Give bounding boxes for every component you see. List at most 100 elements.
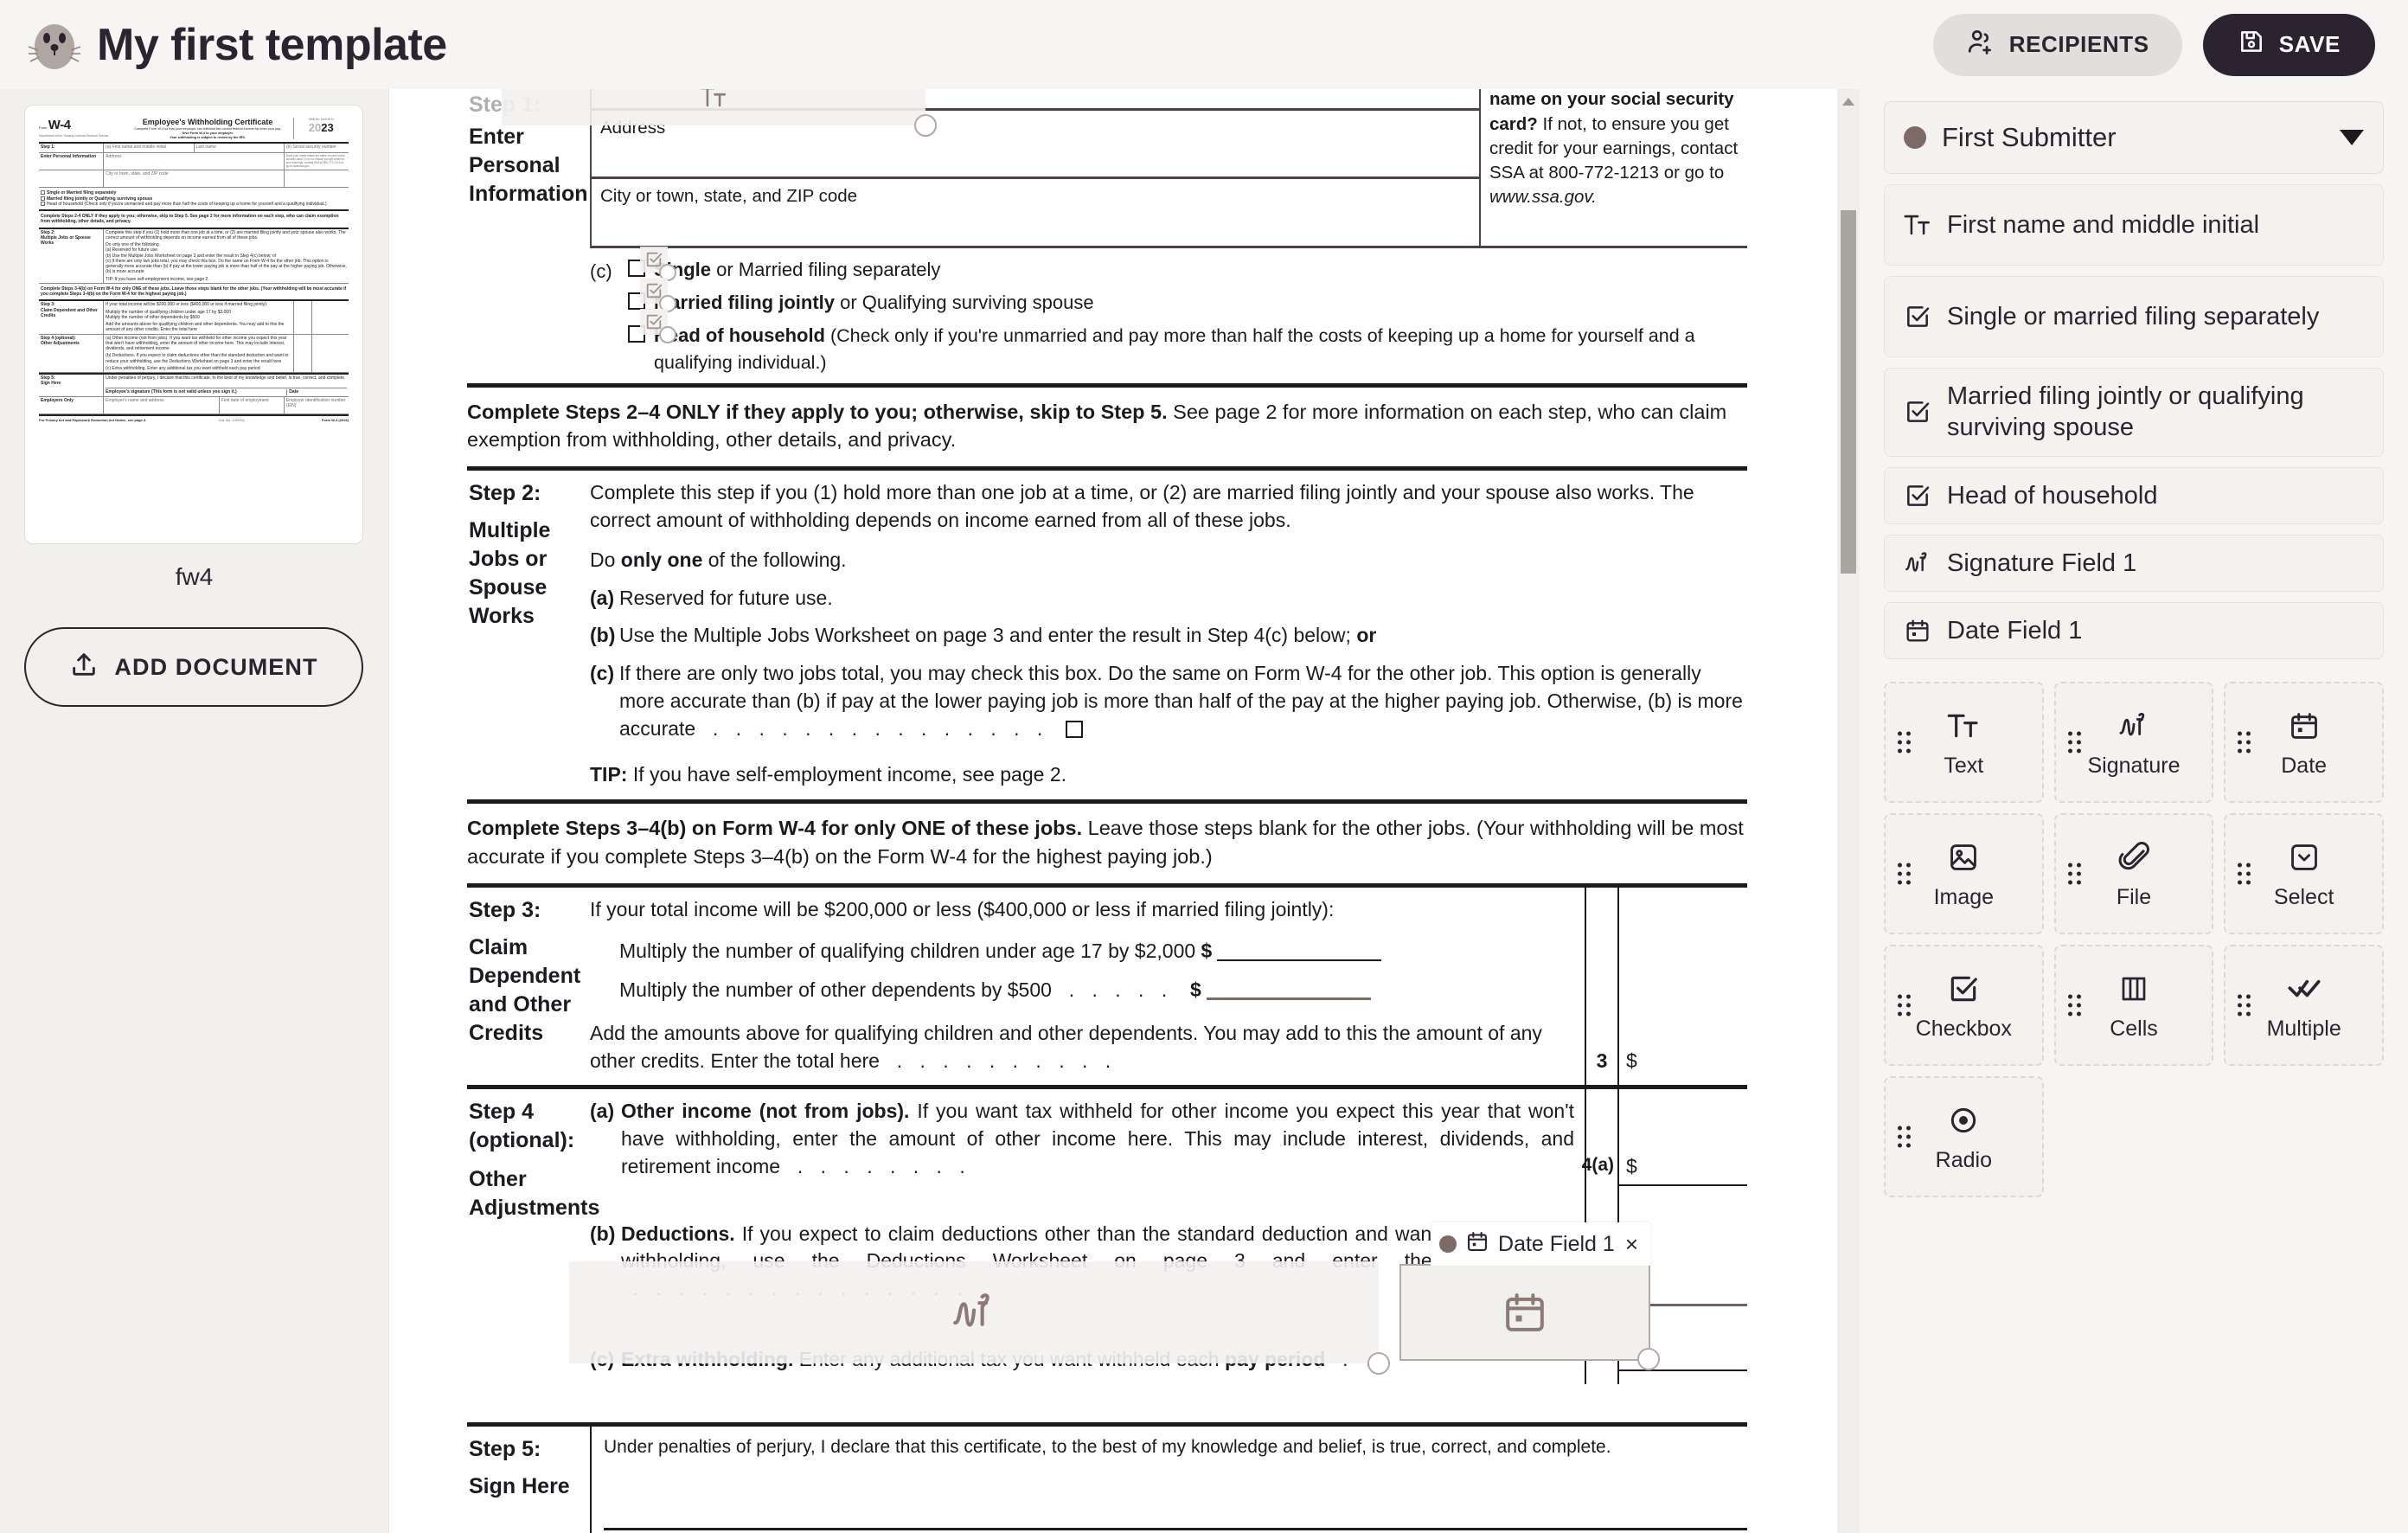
field-item-first-name[interactable]: First name and middle initial: [1884, 184, 2384, 266]
field-item-head-of-household[interactable]: Head of household: [1884, 466, 2384, 524]
step3-amount-cell: $: [1617, 887, 1747, 1086]
mini-form-no: W-4: [48, 118, 71, 132]
signature-icon: [1902, 548, 1933, 578]
palette-item-image[interactable]: Image: [1884, 813, 2044, 935]
palette-item-text[interactable]: Text: [1884, 682, 2044, 804]
mini-p24: Complete Steps 2-4 ONLY if they apply to…: [39, 211, 349, 229]
checkbox-single-overlay[interactable]: [640, 247, 676, 281]
calendar-icon: [2288, 707, 2321, 745]
recipients-button[interactable]: RECIPIENTS: [1932, 13, 2182, 76]
mini-c1b: Last name: [193, 144, 284, 153]
close-icon[interactable]: ×: [1625, 1231, 1638, 1258]
mini-form-word: Form: [39, 125, 48, 130]
drag-handle-icon[interactable]: [2067, 863, 2081, 885]
field-item-date-1[interactable]: Date Field 1: [1884, 602, 2384, 660]
mini-step4-body: (a) Other income (not from jobs). If you…: [106, 335, 289, 371]
add-document-button[interactable]: ADD DOCUMENT: [24, 627, 363, 707]
palette-item-checkbox[interactable]: Checkbox: [1884, 945, 2044, 1067]
note-steps-3-4b: Complete Steps 3–4(b) on Form W-4 for on…: [467, 816, 1744, 868]
document-canvas[interactable]: Step 1: Enter Personal Information Addre…: [389, 89, 1842, 1533]
text-field-overlay[interactable]: [502, 89, 937, 137]
note-steps-2-4: Complete Steps 2–4 ONLY if they apply to…: [467, 400, 1727, 452]
palette-item-label: Multiple: [2266, 1016, 2341, 1041]
drag-handle-icon[interactable]: [2067, 731, 2081, 754]
image-icon: [1947, 838, 1980, 876]
text-icon: [1902, 210, 1933, 240]
mini-step5-body: Under penalties of perjury, I declare th…: [106, 375, 347, 395]
palette-item-signature[interactable]: Signature: [2053, 682, 2214, 804]
step2-option-c: (c) If there are only two jobs total, yo…: [590, 662, 1743, 740]
date-field-overlay[interactable]: Date Field 1 ×: [1399, 1222, 1660, 1370]
document-thumbnail-fw4[interactable]: Form W-4 Department of the Treasury Inte…: [24, 105, 363, 544]
drag-handle-icon[interactable]: [1898, 1126, 1911, 1148]
mini-privacy: For Privacy Act and Paperwork Reduction …: [39, 417, 147, 422]
field-item-label: Signature Field 1: [1947, 548, 2137, 577]
signature-field-overlay[interactable]: [569, 1261, 1390, 1375]
step2-option-a: (a) Reserved for future use.: [590, 586, 833, 609]
palette-item-select[interactable]: Select: [2224, 813, 2384, 935]
chevron-down-icon[interactable]: [2340, 130, 2364, 145]
form-step2-row: Step 2: Multiple Jobs or Spouse Works Co…: [467, 471, 1747, 799]
checkbox-joint-overlay[interactable]: [640, 278, 676, 312]
form-checkbox-icon: [1066, 720, 1084, 738]
palette-item-file[interactable]: File: [2053, 813, 2214, 935]
step1-body: Address City or town, state, and ZIP cod…: [590, 89, 1747, 383]
scrollbar-thumb[interactable]: [1841, 210, 1856, 574]
field-item-single-married-separately[interactable]: Single or married filing separately: [1884, 276, 2384, 357]
resize-handle[interactable]: [1637, 1348, 1660, 1370]
checkbox-row-hoh: Head of household (Check only if you're …: [628, 319, 1747, 379]
checkbox-hoh-overlay[interactable]: [640, 309, 676, 343]
mini-cb1: Single or Married filing separately: [47, 190, 117, 196]
document-name-label: fw4: [175, 563, 214, 590]
document-scrollbar[interactable]: [1837, 89, 1860, 1533]
recipients-label: RECIPIENTS: [2008, 31, 2149, 57]
mini-c1a: (a) First name and middle initial: [106, 144, 166, 151]
step3-line1: Multiply the number of qualifying childr…: [590, 938, 1574, 965]
drag-handle-icon[interactable]: [1898, 731, 1911, 754]
recipient-color-dot: [1439, 1235, 1457, 1253]
field-tooltip-date[interactable]: Date Field 1 ×: [1431, 1222, 1650, 1266]
palette-item-multiple[interactable]: Multiple: [2224, 945, 2384, 1067]
resize-handle[interactable]: [659, 326, 676, 343]
calendar-icon: [1501, 1288, 1549, 1337]
form-step5-row: Step 5: Sign Here Under penalties of per…: [467, 1426, 1747, 1533]
palette-item-label: Date: [2281, 753, 2328, 778]
double-check-icon: [2287, 970, 2322, 1008]
field-item-label: Single or married filing separately: [1947, 302, 2320, 330]
cells-icon: [2118, 970, 2149, 1008]
recipient-color-dot: [1904, 126, 1926, 149]
page-title: My first template: [97, 19, 447, 70]
scroll-up-arrow-icon[interactable]: [1842, 98, 1854, 106]
field-item-signature-1[interactable]: Signature Field 1: [1884, 534, 2384, 592]
resize-handle[interactable]: [1367, 1352, 1390, 1375]
step3-label: Step 3: Claim Dependent and Other Credit…: [469, 897, 581, 1045]
drag-handle-icon[interactable]: [2238, 863, 2251, 885]
text-icon: [699, 89, 728, 112]
drag-handle-icon[interactable]: [2238, 731, 2251, 754]
add-person-icon: [1966, 27, 1995, 62]
drag-handle-icon[interactable]: [2238, 994, 2251, 1017]
mini-step4: Step 4 (optional): Other Adjustments: [39, 334, 105, 373]
palette-item-date[interactable]: Date: [2224, 682, 2384, 804]
form-step3-row: Step 3: Claim Dependent and Other Credit…: [467, 887, 1747, 1086]
step2-body: Complete this step if you (1) hold more …: [590, 471, 1747, 799]
save-button[interactable]: SAVE: [2202, 13, 2375, 76]
palette-item-cells[interactable]: Cells: [2053, 945, 2214, 1067]
mini-firstdate: First date of employment: [218, 396, 284, 414]
drag-handle-icon[interactable]: [1898, 863, 1911, 885]
recipient-selector[interactable]: First Submitter: [1884, 101, 2384, 174]
palette-item-radio[interactable]: Radio: [1884, 1076, 2044, 1198]
step1-label: Step 1: Enter Personal Information: [469, 93, 588, 206]
palette-item-label: Checkbox: [1915, 1016, 2012, 1041]
palette-item-label: Cells: [2110, 1016, 2158, 1041]
field-item-married-jointly[interactable]: Married filing jointly or qualifying sur…: [1884, 368, 2384, 457]
mini-dept: Department of the Treasury Internal Reve…: [39, 133, 109, 138]
palette-item-label: Text: [1944, 753, 1984, 778]
mini-ssa: Does your name match the name on your so…: [283, 153, 349, 170]
mini-step2-body: Complete this step if you (1) hold more …: [106, 229, 347, 282]
template-editor-app: My first template RECIPIENTS SAVE Form W…: [0, 0, 2408, 1533]
step2-p1: Complete this step if you (1) hold more …: [590, 481, 1694, 532]
drag-handle-icon[interactable]: [2067, 994, 2081, 1017]
drag-handle-icon[interactable]: [1898, 994, 1911, 1017]
resize-handle[interactable]: [914, 114, 937, 137]
